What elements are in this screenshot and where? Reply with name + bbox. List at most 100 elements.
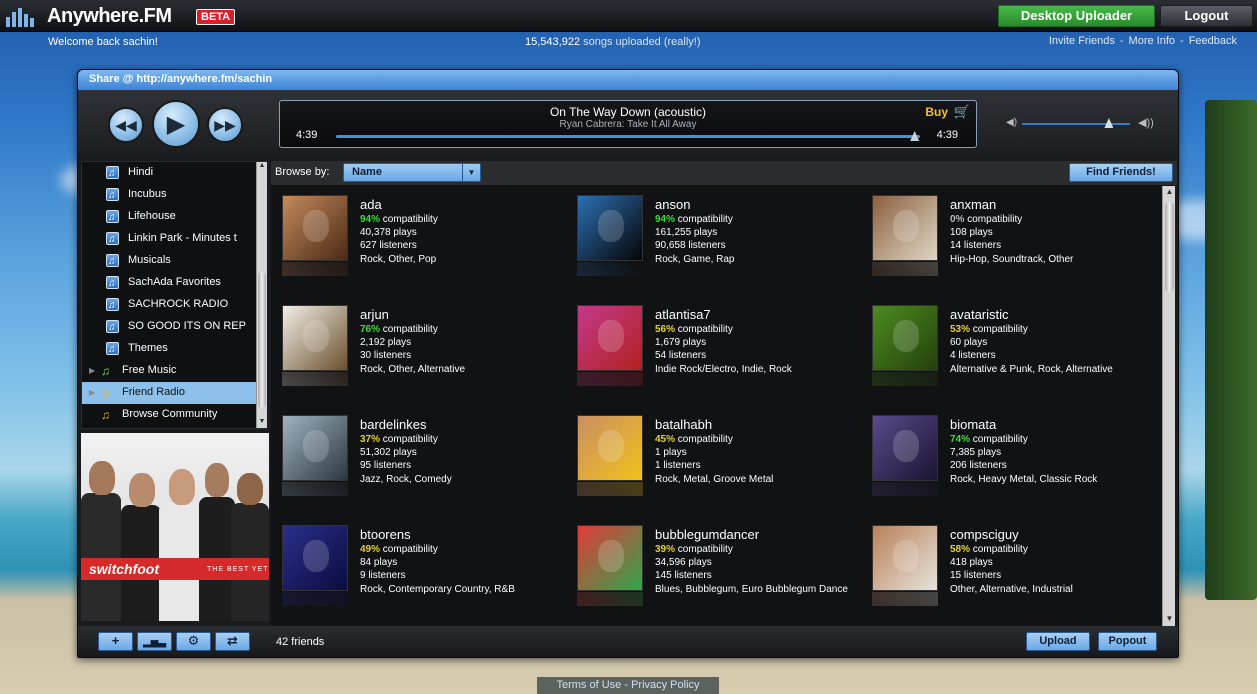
settings-button[interactable]: ⚙ — [176, 632, 211, 651]
friend-name[interactable]: arjun — [360, 307, 389, 322]
progress-handle[interactable] — [910, 131, 920, 141]
feedback-link[interactable]: Feedback — [1189, 35, 1237, 47]
sidebar-item[interactable]: ▶ ♫ Friend Radio — [82, 382, 256, 404]
friend-avatar[interactable] — [282, 305, 348, 371]
friend-name[interactable]: bubblegumdancer — [655, 527, 759, 542]
friend-listeners: 30 listeners — [360, 350, 412, 361]
friend-avatar[interactable] — [282, 195, 348, 261]
scrollbar-thumb[interactable] — [1165, 202, 1174, 292]
friend-card[interactable]: btoorens 49% compatibility 84 plays 9 liste… — [271, 516, 561, 620]
sidebar-item[interactable]: SACHROCK RADIO — [82, 294, 256, 316]
sidebar-item[interactable]: Hindi — [82, 162, 256, 184]
friend-name[interactable]: batalhabh — [655, 417, 712, 432]
compatibility-percent: 37% — [360, 434, 381, 445]
welcome-message: Welcome back sachin! — [48, 36, 158, 48]
privacy-policy-link[interactable]: Privacy Policy — [631, 679, 699, 691]
sidebar-item[interactable]: ♫ Browse Community — [82, 404, 256, 426]
sidebar-item[interactable]: Lifehouse — [82, 206, 256, 228]
sidebar-item[interactable]: SO GOOD ITS ON REP — [82, 316, 256, 338]
friend-avatar[interactable] — [577, 415, 643, 481]
invite-friends-link[interactable]: Invite Friends — [1049, 35, 1115, 47]
friend-card[interactable]: biomata 74% compatibility 7,385 plays 206 l… — [861, 406, 1151, 510]
scroll-up-icon[interactable]: ▲ — [257, 162, 267, 172]
scroll-down-icon[interactable]: ▼ — [1164, 614, 1175, 625]
shuffle-button[interactable]: ⇄ — [215, 632, 250, 651]
sidebar-item[interactable]: Musicals — [82, 250, 256, 272]
find-friends-button[interactable]: Find Friends! — [1069, 163, 1173, 182]
more-info-link[interactable]: More Info — [1129, 35, 1175, 47]
friend-card[interactable]: avataristic 53% compatibility 60 plays 4 li… — [861, 296, 1151, 400]
friend-avatar[interactable] — [577, 305, 643, 371]
friend-avatar[interactable] — [282, 525, 348, 591]
equalizer-button[interactable]: ▂▅▃ — [137, 632, 172, 651]
sidebar-item[interactable]: Linkin Park - Minutes t — [82, 228, 256, 250]
album-art[interactable]: switchfoot THE BEST YET — [81, 433, 269, 621]
friend-card[interactable]: anxman 0% compatibility 108 plays 14 listen… — [861, 186, 1151, 290]
logout-button[interactable]: Logout — [1160, 5, 1253, 27]
compatibility-percent: 74% — [950, 434, 971, 445]
sidebar-item[interactable]: Themes — [82, 338, 256, 360]
upload-button[interactable]: Upload — [1026, 632, 1090, 651]
buy-link[interactable]: Buy — [925, 105, 948, 119]
friend-card[interactable]: atlantisa7 56% compatibility 1,679 plays 54… — [566, 296, 856, 400]
friend-name[interactable]: ada — [360, 197, 382, 212]
friend-name[interactable]: anxman — [950, 197, 996, 212]
friend-genres: Rock, Heavy Metal, Classic Rock — [950, 474, 1098, 485]
volume-high-icon[interactable]: ◀)) — [1138, 116, 1154, 129]
friend-name[interactable]: compsciguy — [950, 527, 1019, 542]
friend-avatar[interactable] — [872, 305, 938, 371]
sidebar-scrollbar[interactable]: ▲ ▼ — [256, 162, 267, 428]
add-button[interactable]: + — [98, 632, 133, 651]
bottom-links: Terms of Use - Privacy Policy — [537, 677, 719, 694]
friend-card[interactable]: bardelinkes 37% compatibility 51,302 plays… — [271, 406, 561, 510]
friend-name[interactable]: btoorens — [360, 527, 411, 542]
songs-count: 15,543,922 — [525, 36, 581, 48]
browse-by-select[interactable]: Name ▼ — [343, 163, 481, 182]
compatibility-label: compatibility — [382, 324, 438, 335]
friend-avatar[interactable] — [872, 415, 938, 481]
desktop-uploader-button[interactable]: Desktop Uploader — [998, 5, 1155, 27]
scroll-up-icon[interactable]: ▲ — [1164, 187, 1175, 198]
shopping-cart-icon[interactable]: 🛒 — [954, 104, 970, 120]
volume-slider[interactable] — [1022, 123, 1130, 125]
sidebar-item[interactable]: SachAda Favorites — [82, 272, 256, 294]
expand-arrow-icon[interactable]: ▶ — [89, 360, 95, 381]
terms-of-use-link[interactable]: Terms of Use — [556, 679, 621, 691]
friends-scrollbar[interactable]: ▲ ▼ — [1162, 186, 1175, 626]
friend-avatar[interactable] — [282, 415, 348, 481]
friend-name[interactable]: atlantisa7 — [655, 307, 711, 322]
volume-low-icon[interactable]: ◀) — [1006, 117, 1017, 128]
next-track-button[interactable]: ▶▶ — [207, 107, 243, 143]
expand-arrow-icon[interactable]: ▶ — [89, 382, 95, 403]
friend-card[interactable]: arjun 76% compatibility 2,192 plays 30 list… — [271, 296, 561, 400]
friend-name[interactable]: avataristic — [950, 307, 1009, 322]
friend-genres: Rock, Other, Alternative — [360, 364, 466, 375]
friend-card[interactable]: bubblegumdancer 39% compatibility 34,596 p… — [566, 516, 856, 620]
friend-compatibility: 53% compatibility — [950, 324, 1028, 335]
chevron-down-icon[interactable]: ▼ — [462, 164, 480, 181]
previous-track-button[interactable]: ◀◀ — [108, 107, 144, 143]
progress-bar[interactable] — [336, 131, 920, 141]
friend-plays: 1 plays — [655, 447, 687, 458]
friend-avatar[interactable] — [872, 195, 938, 261]
friend-name[interactable]: anson — [655, 197, 690, 212]
friend-name[interactable]: bardelinkes — [360, 417, 427, 432]
play-button[interactable]: ▶ — [152, 100, 200, 148]
friend-avatar[interactable] — [577, 525, 643, 591]
friend-card[interactable]: anson 94% compatibility 161,255 plays 90,65… — [566, 186, 856, 290]
friend-avatar[interactable] — [872, 525, 938, 591]
scroll-down-icon[interactable]: ▼ — [257, 418, 267, 428]
sidebar-item[interactable]: ▶ ♫ Free Music — [82, 360, 256, 382]
popout-button[interactable]: Popout — [1098, 632, 1157, 651]
friend-genres: Indie Rock/Electro, Indie, Rock — [655, 364, 792, 375]
sidebar-item[interactable]: Incubus — [82, 184, 256, 206]
share-url-bar[interactable]: Share @ http://anywhere.fm/sachin — [78, 70, 1178, 90]
friend-compatibility: 94% compatibility — [360, 214, 438, 225]
avatar-face — [303, 210, 329, 242]
friend-card[interactable]: compsciguy 58% compatibility 418 plays 15 l… — [861, 516, 1151, 620]
friend-card[interactable]: ada 94% compatibility 40,378 plays 627 list… — [271, 186, 561, 290]
friend-avatar[interactable] — [577, 195, 643, 261]
friend-name[interactable]: biomata — [950, 417, 996, 432]
friend-card[interactable]: batalhabh 45% compatibility 1 plays 1 liste… — [566, 406, 856, 510]
scrollbar-thumb[interactable] — [258, 272, 266, 408]
